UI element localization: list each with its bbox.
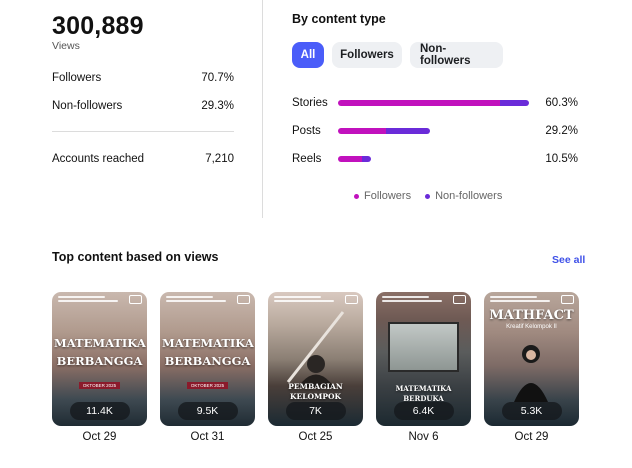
content-card[interactable]: MATEMATIKA BERBANGGA OKTOBER 2025 9.5K [160, 292, 255, 426]
audience-filter-chips: All Followers Non-followers [292, 42, 503, 68]
nonfollowers-label: Non-followers [52, 100, 123, 112]
legend-followers: Followers [354, 190, 411, 202]
card-tag-text: OKTOBER 2025 [78, 382, 121, 389]
filter-followers-chip[interactable]: Followers [332, 42, 402, 68]
chart-legend: Followers Non-followers [354, 190, 502, 202]
reel-icon [129, 295, 142, 304]
bar-row-posts: Posts 29.2% [292, 124, 582, 138]
photo-frame [388, 322, 459, 372]
bar-posts-followers-segment [338, 128, 387, 134]
bar-stories [338, 100, 530, 106]
card-tag: OKTOBER 2025 [160, 374, 255, 392]
accounts-reached-row: Accounts reached 7,210 [52, 153, 234, 165]
see-all-link[interactable]: See all [552, 254, 585, 266]
card-headline: PEMBAGIAN KELOMPOK [288, 382, 343, 401]
summary-divider [52, 131, 234, 132]
bar-pct-posts: 29.2% [545, 125, 578, 137]
followers-percentage: 70.7% [201, 72, 234, 84]
card-header-text [58, 296, 125, 304]
content-card[interactable]: MATHFACT Kreatif Kelompok II 5.3K [484, 292, 579, 426]
total-views-value: 300,889 [52, 12, 144, 40]
card-tag: OKTOBER 2025 [52, 374, 147, 392]
card-headline: MATEMATIKA BERBANGGA [54, 336, 146, 368]
bar-posts-nonfollowers-segment [386, 128, 431, 134]
card-tag-text: OKTOBER 2025 [186, 382, 229, 389]
post-date: Oct 29 [82, 431, 117, 443]
accounts-reached-label: Accounts reached [52, 153, 145, 165]
legend-followers-dot [354, 193, 359, 199]
bar-stories-followers-segment [338, 100, 501, 106]
views-summary: 300,889 Views Followers 70.7% Non-follow… [52, 12, 234, 165]
filter-nonfollowers-chip[interactable]: Non-followers [410, 42, 503, 68]
bar-stories-nonfollowers-segment [500, 100, 530, 106]
total-views-label: Views [52, 40, 80, 52]
bar-pct-stories: 60.3% [545, 97, 578, 109]
vertical-divider [262, 0, 263, 218]
content-card[interactable]: MATEMATIKA BERBANGGA OKTOBER 2025 11.4K [52, 292, 147, 426]
card-header-text [382, 296, 449, 304]
content-type-panel: By content type All Followers Non-follow… [292, 12, 582, 202]
card-headline: MATEMATIKA BERBANGGA [162, 336, 254, 368]
bar-row-reels: Reels 10.5% [292, 152, 582, 166]
bar-reels-followers-segment [338, 156, 362, 162]
nonfollowers-percentage: 29.3% [201, 100, 234, 112]
post-date: Oct 29 [514, 431, 549, 443]
post-date: Oct 31 [190, 431, 225, 443]
bar-pct-reels: 10.5% [545, 153, 578, 165]
bar-posts [338, 128, 431, 134]
filter-all-chip[interactable]: All [292, 42, 324, 68]
reel-icon [453, 295, 466, 304]
followers-row: Followers 70.7% [52, 72, 234, 84]
post-date: Oct 25 [298, 431, 333, 443]
bar-label-reels: Reels [292, 153, 322, 165]
top-content-title: Top content based on views [52, 250, 219, 264]
nonfollowers-row: Non-followers 29.3% [52, 100, 234, 112]
accounts-reached-value: 7,210 [205, 153, 234, 165]
bar-row-stories: Stories 60.3% [292, 96, 582, 110]
views-count-badge: 11.4K [69, 402, 130, 420]
legend-followers-label: Followers [364, 190, 412, 202]
bar-reels-nonfollowers-segment [361, 156, 372, 162]
bar-reels [338, 156, 372, 162]
views-count-badge: 6.4K [393, 402, 454, 420]
bar-label-stories: Stories [292, 97, 328, 109]
legend-nonfollowers-dot [425, 193, 431, 199]
followers-label: Followers [52, 72, 102, 84]
content-type-title: By content type [292, 12, 386, 26]
post-date: Nov 6 [408, 431, 439, 443]
views-count-badge: 9.5K [177, 402, 238, 420]
reel-icon [237, 295, 250, 304]
views-count-badge: 7K [285, 402, 346, 420]
card-headline: MATEMATIKA BERDUKA [395, 384, 452, 403]
legend-nonfollowers-label: Non-followers [435, 190, 503, 202]
top-content-cards: MATEMATIKA BERBANGGA OKTOBER 2025 11.4K … [52, 292, 592, 462]
content-card[interactable]: MATEMATIKA BERDUKA 6.4K [376, 292, 471, 426]
card-header-text [166, 296, 233, 304]
bar-label-posts: Posts [292, 125, 321, 137]
legend-nonfollowers: Non-followers [425, 190, 502, 202]
content-card[interactable]: PEMBAGIAN KELOMPOK 7K [268, 292, 363, 426]
views-count-badge: 5.3K [501, 402, 562, 420]
